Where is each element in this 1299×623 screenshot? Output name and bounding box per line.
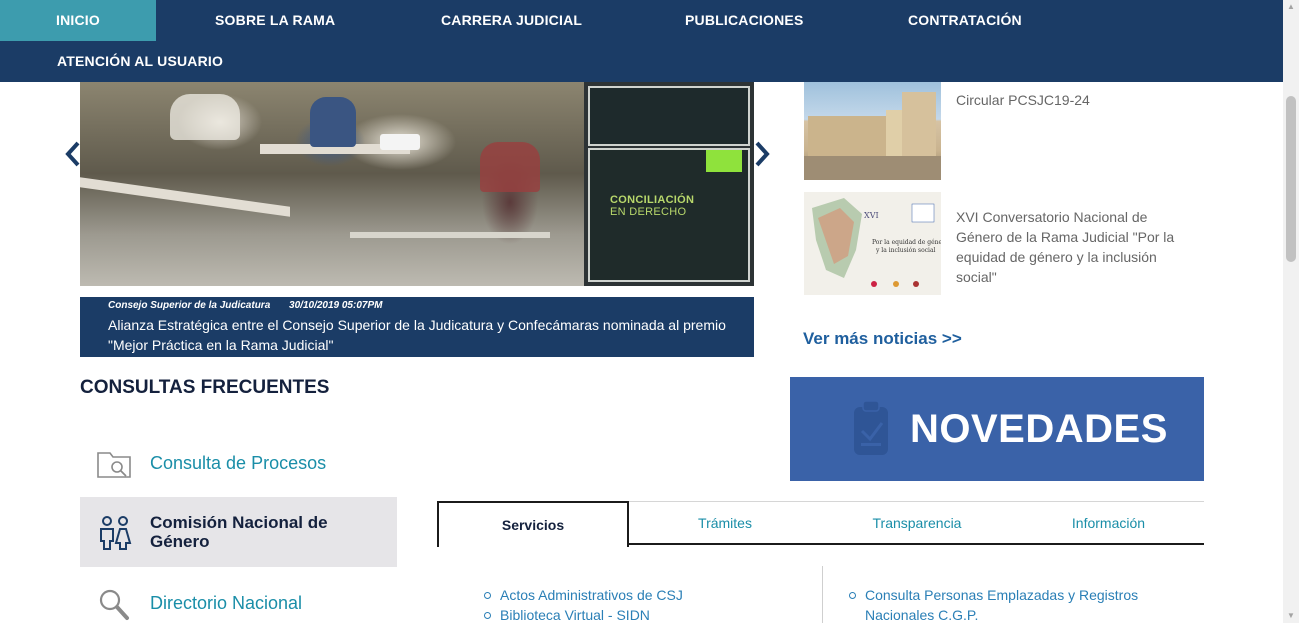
news-thumbnail-cathedral[interactable] bbox=[804, 82, 941, 180]
news-item-title[interactable]: Circular PCSJC19-24 bbox=[956, 90, 1181, 110]
scroll-down-icon[interactable]: ▼ bbox=[1283, 609, 1299, 623]
workshop-photo bbox=[80, 82, 584, 286]
comision-genero-link[interactable]: Comisión Nacional de Género bbox=[80, 497, 397, 567]
directorio-nacional-label: Directorio Nacional bbox=[150, 593, 303, 613]
folder-search-icon bbox=[97, 452, 131, 478]
chevron-left-icon[interactable] bbox=[64, 140, 82, 176]
novedades-banner[interactable]: NOVEDADES bbox=[790, 377, 1204, 481]
servicios-list-right: Consulta Personas Emplazadas y Registros… bbox=[849, 585, 1149, 623]
consulta-procesos-link[interactable]: Consulta de Procesos bbox=[80, 427, 397, 497]
svg-text:XVI: XVI bbox=[864, 211, 879, 220]
page-scrollbar[interactable]: ▲ ▼ bbox=[1283, 0, 1299, 623]
more-news-link[interactable]: Ver más noticias >> bbox=[803, 329, 962, 349]
nav-item-sobre-la-rama[interactable]: SOBRE LA RAMA bbox=[215, 0, 335, 41]
magnifier-icon bbox=[99, 589, 129, 620]
scroll-up-icon[interactable]: ▲ bbox=[1283, 0, 1299, 14]
caption-source: Consejo Superior de la Judicatura bbox=[108, 300, 271, 311]
nav-item-atencion-al-usuario[interactable]: ATENCIÓN AL USUARIO bbox=[57, 41, 223, 82]
comision-genero-label: Comisión Nacional de Género bbox=[150, 513, 328, 551]
news-thumbnail-conversatorio[interactable]: XVI Por la equidad de género y la inclus… bbox=[804, 192, 941, 295]
servicios-divider bbox=[822, 566, 823, 623]
servicios-list-left: Actos Administrativos de CSJ Biblioteca … bbox=[484, 585, 804, 623]
clipboard-icon bbox=[854, 400, 888, 455]
chevron-right-icon[interactable] bbox=[753, 140, 771, 176]
tab-servicios[interactable]: Servicios bbox=[437, 501, 629, 547]
tab-transparencia[interactable]: Transparencia bbox=[821, 501, 1013, 545]
news-item-title[interactable]: XVI Conversatorio Nacional de Género de … bbox=[956, 207, 1181, 287]
directorio-nacional-link[interactable]: Directorio Nacional bbox=[80, 567, 397, 623]
tab-tramites[interactable]: Trámites bbox=[629, 501, 821, 545]
services-tabs: Servicios Trámites Transparencia Informa… bbox=[437, 501, 1204, 547]
book-photo: CONCILIACIÓN EN DERECHO bbox=[584, 82, 754, 286]
consulta-procesos-label: Consulta de Procesos bbox=[150, 453, 327, 473]
book-title-line1: CONCILIACIÓN bbox=[610, 194, 695, 206]
scroll-thumb[interactable] bbox=[1286, 96, 1296, 262]
nav-item-carrera-judicial[interactable]: CARRERA JUDICIAL bbox=[441, 0, 582, 41]
svg-text:Por la equidad de género: Por la equidad de género bbox=[872, 239, 941, 246]
caption-headline[interactable]: Alianza Estratégica entre el Consejo Sup… bbox=[108, 315, 726, 355]
nav-item-inicio[interactable]: INICIO bbox=[0, 0, 156, 41]
carousel-caption[interactable]: Consejo Superior de la Judicatura 30/10/… bbox=[80, 297, 754, 357]
tab-informacion[interactable]: Información bbox=[1013, 501, 1204, 545]
servicio-link[interactable]: Consulta Personas Emplazadas y Registros… bbox=[849, 585, 1149, 623]
servicio-link[interactable]: Actos Administrativos de CSJ bbox=[484, 585, 804, 605]
nav-item-contratacion[interactable]: CONTRATACIÓN bbox=[908, 0, 1022, 41]
main-navigation: INICIO SOBRE LA RAMA CARRERA JUDICIAL PU… bbox=[0, 0, 1283, 82]
people-icon bbox=[100, 516, 132, 550]
svg-text:y la inclusión social: y la inclusión social bbox=[875, 247, 936, 254]
servicio-link[interactable]: Biblioteca Virtual - SIDN bbox=[484, 605, 804, 623]
nav-item-publicaciones[interactable]: PUBLICACIONES bbox=[685, 0, 804, 41]
novedades-label: NOVEDADES bbox=[910, 407, 1168, 451]
caption-datetime: 30/10/2019 05:07PM bbox=[289, 300, 383, 311]
carousel-image[interactable]: CONCILIACIÓN EN DERECHO bbox=[80, 82, 754, 286]
consultas-title: CONSULTAS FRECUENTES bbox=[80, 377, 330, 398]
book-title-line2: EN DERECHO bbox=[610, 206, 687, 218]
